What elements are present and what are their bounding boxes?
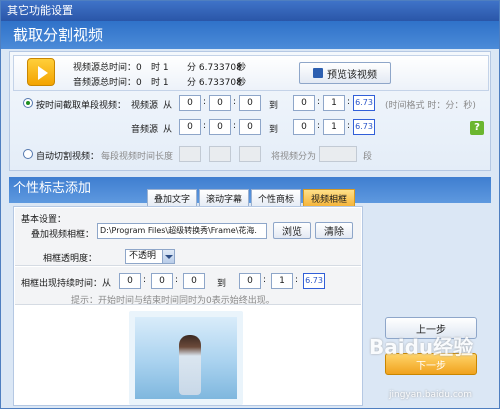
video-second-label: 秒 <box>237 63 247 73</box>
video-to-minute[interactable]: 1 <box>323 95 345 111</box>
basic-settings-label: 基本设置： <box>21 215 67 225</box>
video-total-label: 视频源总时间：0 <box>73 63 142 73</box>
audio-to-hour[interactable]: 0 <box>293 119 315 135</box>
audio-second-label: 秒 <box>237 78 247 88</box>
preview-icon <box>313 68 323 78</box>
tab-video-frame[interactable]: 视频相框 <box>303 189 355 206</box>
frame-preview-image <box>129 311 243 405</box>
sep: : <box>317 97 321 107</box>
help-icon[interactable]: ? <box>470 121 484 135</box>
segment-unit-label: 段 <box>363 152 373 162</box>
sep: : <box>347 97 351 107</box>
audio-to-label: 到 <box>269 125 279 135</box>
audio-from-minute[interactable]: 0 <box>209 119 231 135</box>
preview-person <box>179 335 201 395</box>
audio-from-second[interactable]: 0 <box>239 119 261 135</box>
video-hour-label: 时 1 <box>151 63 169 73</box>
tab-scrolling-subtitle[interactable]: 滚动字幕 <box>199 189 249 206</box>
opacity-label: 相框透明度： <box>43 254 98 264</box>
preview-video-label: 预览该视频 <box>327 69 377 81</box>
frame-to-hour[interactable]: 0 <box>239 273 261 289</box>
audio-to-second[interactable]: 6.73 <box>353 119 375 135</box>
opacity-select[interactable]: 不透明 <box>125 249 175 264</box>
settings-window: 其它功能设置 截取分割视频 视频源总时间：0 时 1 分 6.733708 秒 … <box>0 0 500 409</box>
auto-cut-label: 自动切割视频： <box>36 152 100 162</box>
chevron-down-icon <box>162 250 174 263</box>
preview-video-button[interactable]: 预览该视频 <box>299 62 391 84</box>
video-file-icon <box>27 58 55 86</box>
video-minute-label: 分 6.733708 <box>187 63 242 73</box>
audio-from-hour[interactable]: 0 <box>179 119 201 135</box>
video-to-hour[interactable]: 0 <box>293 95 315 111</box>
video-to-second[interactable]: 6.73 <box>353 95 375 111</box>
video-from-second[interactable]: 0 <box>239 95 261 111</box>
clear-button[interactable]: 清除 <box>315 222 353 239</box>
segment-length-label: 每段视频时间长度 <box>101 152 174 162</box>
video-from-minute[interactable]: 0 <box>209 95 231 111</box>
tab-overlay-text[interactable]: 叠加文字 <box>147 189 197 206</box>
audio-total-label: 音频源总时间：0 <box>73 78 142 88</box>
section-logo-title: 个性标志添加 <box>9 177 491 203</box>
audio-hour-label: 时 1 <box>151 78 169 88</box>
baidu-watermark-url: jingyan.baidu.com <box>389 390 473 400</box>
segment-hour-input[interactable] <box>179 146 201 162</box>
frame-path-input[interactable]: D:\Program Files\超级转换秀\Frame\花海. <box>97 223 267 239</box>
sep: : <box>317 121 321 131</box>
baidu-watermark: Baidu经验 <box>369 335 474 359</box>
sep: : <box>295 275 299 285</box>
sep: : <box>143 275 147 285</box>
cut-by-time-label: 按时间截取单段视频： <box>36 101 127 111</box>
frame-from-minute[interactable]: 0 <box>151 273 173 289</box>
section-cut-video-title: 截取分割视频 <box>1 21 499 49</box>
sep: : <box>263 275 267 285</box>
video-from-label: 从 <box>163 101 173 111</box>
overlay-frame-label: 叠加视频相框： <box>31 230 95 240</box>
frame-from-hour[interactable]: 0 <box>119 273 141 289</box>
sep: : <box>233 97 237 107</box>
sep: : <box>175 275 179 285</box>
sep: : <box>203 121 207 131</box>
audio-from-label: 从 <box>163 125 173 135</box>
frame-to-label: 到 <box>217 279 227 289</box>
time-format-hint: (时间格式 时：分：秒) <box>385 101 476 111</box>
segment-second-input[interactable] <box>239 146 261 162</box>
video-from-hour[interactable]: 0 <box>179 95 201 111</box>
cut-by-time-radio[interactable] <box>23 98 33 108</box>
frame-tip: 提示：开始时间与结束时间同时为0表示始终出现。 <box>71 296 275 306</box>
sep: : <box>233 121 237 131</box>
video-to-label: 到 <box>269 101 279 111</box>
frame-duration-label: 相框出现持续时间：从 <box>21 279 112 289</box>
audio-source-label: 音频源 <box>131 125 159 135</box>
browse-button[interactable]: 浏览 <box>273 222 311 239</box>
split-into-label: 将视频分为 <box>271 152 317 162</box>
segment-minute-input[interactable] <box>209 146 231 162</box>
auto-cut-radio[interactable] <box>23 149 33 159</box>
audio-minute-label: 分 6.733708 <box>187 78 242 88</box>
window-title: 其它功能设置 <box>1 1 499 21</box>
frame-to-minute[interactable]: 1 <box>271 273 293 289</box>
frame-to-second[interactable]: 6.73 <box>303 273 325 289</box>
audio-to-minute[interactable]: 1 <box>323 119 345 135</box>
frame-from-second[interactable]: 0 <box>183 273 205 289</box>
segment-count-input[interactable] <box>319 146 357 162</box>
sep: : <box>347 121 351 131</box>
sep: : <box>203 97 207 107</box>
tab-custom-logo[interactable]: 个性商标 <box>251 189 301 206</box>
opacity-value: 不透明 <box>129 251 157 261</box>
video-source-label: 视频源 <box>131 101 159 111</box>
